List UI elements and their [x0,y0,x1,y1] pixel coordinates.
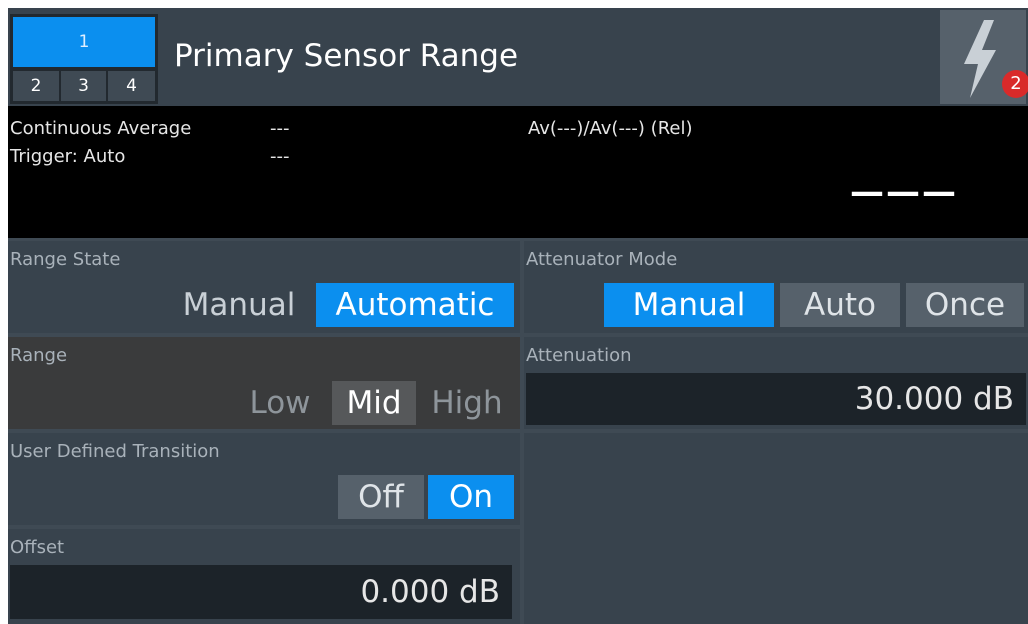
range-high-option[interactable]: High [420,381,514,425]
transition-off-option[interactable]: Off [338,475,424,519]
range-state-automatic-option[interactable]: Automatic [316,283,514,327]
instrument-screen: 1 2 3 4 Primary Sensor Range 2 Continuou… [8,8,1028,624]
attenuation-value-field[interactable]: 30.000 dB [526,373,1026,425]
trigger-label: Trigger: Auto [10,146,126,167]
measurement-mode-label: Continuous Average [10,118,192,139]
range-low-option[interactable]: Low [238,381,322,425]
header-bar: 1 2 3 4 Primary Sensor Range 2 [8,8,1028,106]
attenuator-manual-option[interactable]: Manual [604,283,774,327]
transition-on-option[interactable]: On [428,475,514,519]
offset-panel: Offset 0.000 dB [8,529,520,624]
user-defined-transition-label: User Defined Transition [10,441,220,462]
channel-1-button[interactable]: 1 [13,17,155,67]
range-panel: Range Low Mid High [8,337,520,429]
page-title: Primary Sensor Range [174,38,519,74]
channel-4-button[interactable]: 4 [108,71,155,101]
error-count-badge: 2 [1002,70,1028,98]
channel-2-button[interactable]: 2 [13,71,59,101]
channel-3-button[interactable]: 3 [61,71,106,101]
relative-measurement-label: Av(---)/Av(---) (Rel) [528,118,693,139]
attenuator-mode-panel: Attenuator Mode Manual Auto Once [524,241,1028,333]
trigger-value: --- [270,146,290,167]
user-defined-transition-panel: User Defined Transition Off On [8,433,520,525]
empty-panel [524,433,1028,624]
range-state-panel: Range State Manual Automatic [8,241,520,333]
attenuation-label: Attenuation [526,345,632,366]
error-log-button[interactable]: 2 [940,10,1028,104]
offset-value-field[interactable]: 0.000 dB [10,565,512,619]
range-mid-option[interactable]: Mid [332,381,416,425]
attenuator-auto-option[interactable]: Auto [780,283,900,327]
range-label: Range [10,345,68,366]
range-state-label: Range State [10,249,121,270]
channel-selector: 1 2 3 4 [10,14,158,104]
attenuator-once-option[interactable]: Once [906,283,1024,327]
range-state-manual-option[interactable]: Manual [166,283,312,327]
attenuation-panel: Attenuation 30.000 dB [524,337,1028,429]
measurement-display: Continuous Average --- Trigger: Auto ---… [8,106,1028,238]
measurement-reading: ——— [850,172,958,212]
attenuator-mode-label: Attenuator Mode [526,249,678,270]
offset-label: Offset [10,537,65,558]
measurement-mode-value: --- [270,118,290,139]
